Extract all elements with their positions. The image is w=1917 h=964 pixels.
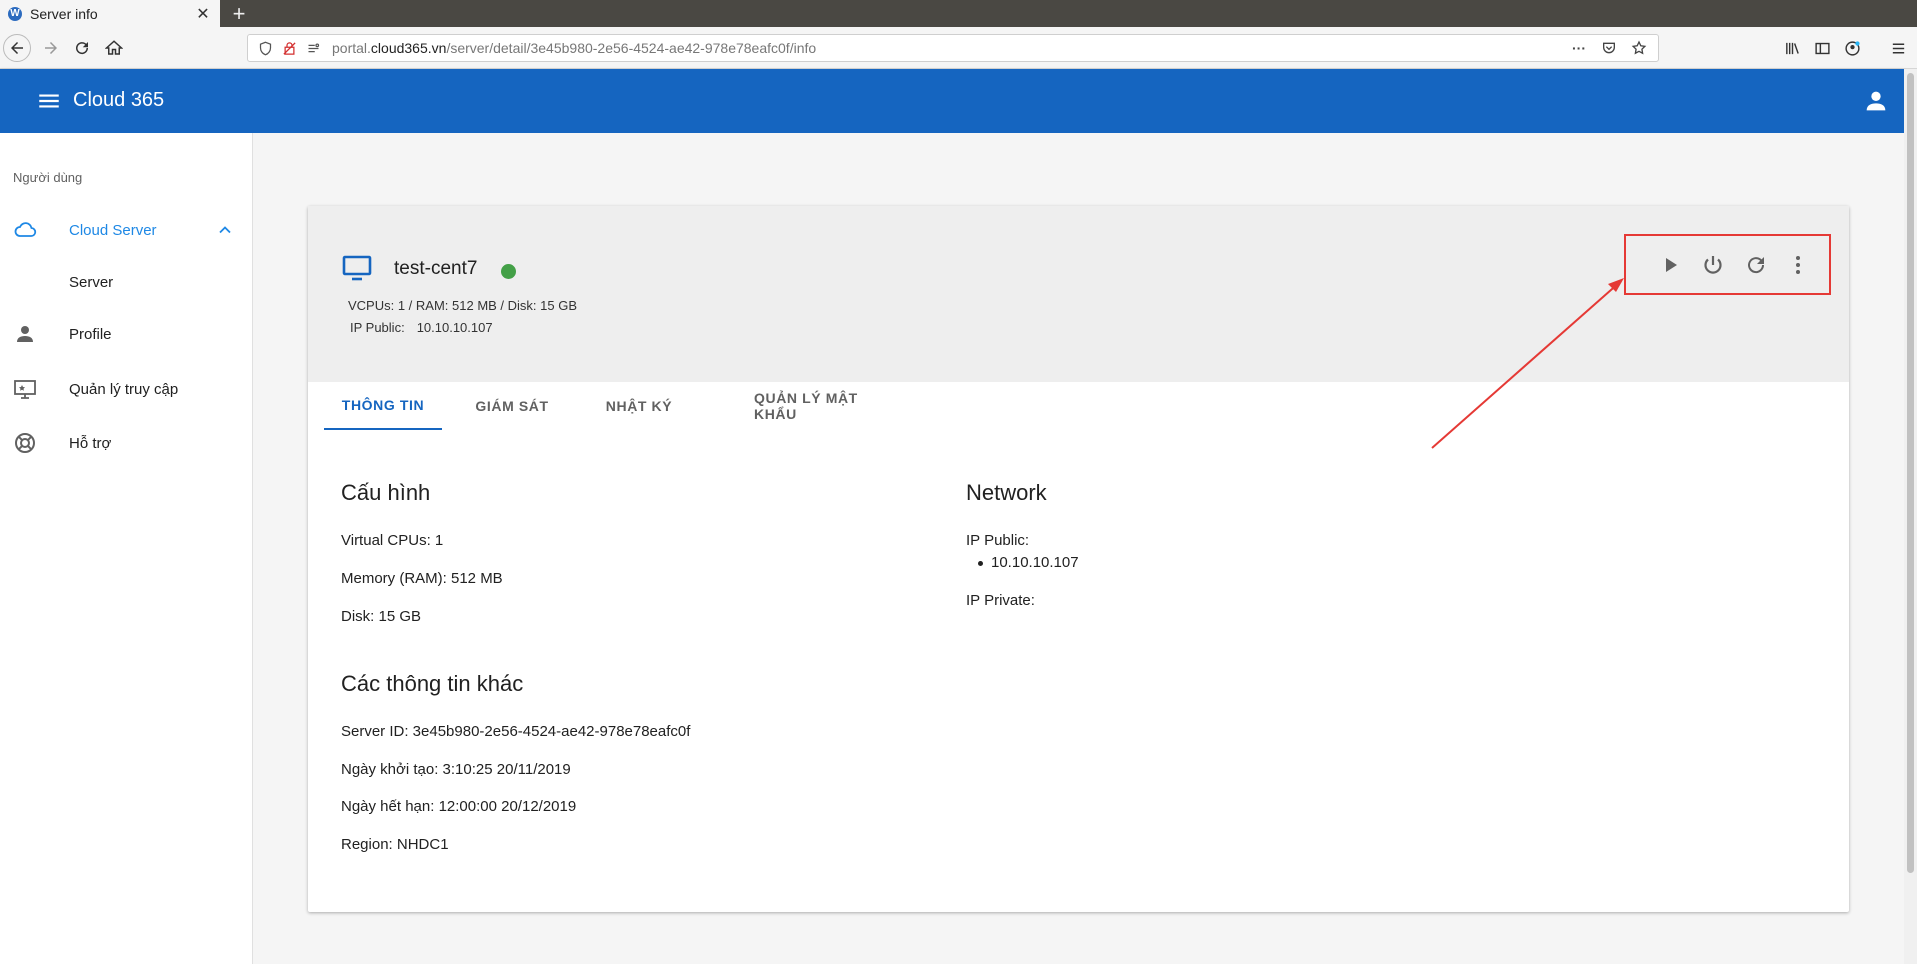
sidebar-heading: Người dùng xyxy=(13,170,83,185)
url-host-prefix: portal. xyxy=(332,40,371,56)
server-name: test-cent7 xyxy=(394,258,478,279)
server-actions-highlight xyxy=(1624,234,1831,295)
region: Region: NHDC1 xyxy=(341,836,449,853)
sidebar-item-label: Cloud Server xyxy=(69,221,157,239)
config-memory: Memory (RAM): 512 MB xyxy=(341,570,503,587)
tab-close-icon[interactable]: ✕ xyxy=(194,4,212,24)
sidebar-item-server[interactable]: Server xyxy=(0,262,252,302)
reboot-button[interactable] xyxy=(1742,251,1770,279)
ip-public-label: IP Public: xyxy=(350,320,405,335)
refresh-icon xyxy=(1748,257,1765,274)
power-button[interactable] xyxy=(1699,251,1727,279)
insecure-lock-icon[interactable] xyxy=(280,39,298,57)
sidebar-item-label: Profile xyxy=(69,325,112,343)
monitor-star-icon xyxy=(12,376,38,402)
network-ip-private-label: IP Private: xyxy=(966,592,1035,609)
page-actions-icon[interactable]: ··· xyxy=(1568,37,1590,59)
power-icon xyxy=(1704,256,1722,274)
config-disk: Disk: 15 GB xyxy=(341,608,422,625)
app-bar: Cloud 365 xyxy=(0,69,1904,133)
wordpress-favicon-icon: W xyxy=(8,6,22,21)
server-detail-card: test-cent7 VCPUs: 1 / RAM: 512 MB / Disk… xyxy=(308,206,1849,912)
sidebar-item-cloud-server[interactable]: Cloud Server xyxy=(0,210,252,250)
cloud-icon xyxy=(12,217,38,243)
other-info-title: Các thông tin khác xyxy=(341,671,524,696)
browser-toolbar-right xyxy=(1777,34,1867,62)
sidebar-item-label: Hỗ trợ xyxy=(69,434,112,452)
more-options-button[interactable] xyxy=(1784,251,1812,279)
server-id: Server ID: 3e45b980-2e56-4524-ae42-978e7… xyxy=(341,723,691,740)
start-button[interactable] xyxy=(1656,251,1684,279)
forward-arrow-icon[interactable] xyxy=(37,34,65,62)
tab-logs[interactable]: NHẬT KÝ xyxy=(604,382,674,430)
url-host: cloud365.vn xyxy=(370,40,447,56)
expiry-date: Ngày hết hạn: 12:00:00 20/12/2019 xyxy=(341,798,577,815)
sidebar-item-support[interactable]: Hỗ trợ xyxy=(0,423,252,463)
tab-title: Server info xyxy=(30,5,98,22)
browser-menu xyxy=(1883,34,1913,62)
more-vert-icon xyxy=(1796,256,1800,274)
sidebar-item-label: Server xyxy=(69,273,114,291)
library-icon[interactable] xyxy=(1777,34,1807,62)
sidebar-item-label: Quản lý truy cập xyxy=(69,380,179,398)
app-title: Cloud 365 xyxy=(73,89,165,111)
lifebuoy-icon xyxy=(12,430,38,456)
account-icon[interactable] xyxy=(1837,34,1867,62)
sidebar-item-profile[interactable]: Profile xyxy=(0,314,252,354)
network-title: Network xyxy=(966,480,1047,505)
home-icon[interactable] xyxy=(100,34,128,62)
url-path: /server/detail/3e45b980-2e56-4524-ae42-9… xyxy=(446,40,817,56)
scrollbar-thumb[interactable] xyxy=(1907,73,1914,873)
bookmark-star-icon[interactable] xyxy=(1628,37,1650,59)
person-icon xyxy=(12,321,38,347)
play-icon xyxy=(1666,258,1677,272)
shield-icon[interactable] xyxy=(256,39,274,57)
menu-icon[interactable] xyxy=(36,88,62,114)
detail-tabs: THÔNG TIN GIÁM SÁT NHẬT KÝ QUẢN LÝ MẬT K… xyxy=(308,382,1849,432)
url-bar[interactable]: portal.cloud365.vn/server/detail/3e45b98… xyxy=(247,34,1659,62)
browser-tab[interactable]: W Server info ✕ xyxy=(0,0,220,27)
url-text[interactable]: portal.cloud365.vn/server/detail/3e45b98… xyxy=(332,40,1560,56)
back-arrow-icon[interactable] xyxy=(3,34,31,62)
monitor-icon xyxy=(342,255,372,281)
reload-icon[interactable] xyxy=(68,34,96,62)
server-ip-line: IP Public: 10.10.10.107 xyxy=(350,320,493,335)
main-content: test-cent7 VCPUs: 1 / RAM: 512 MB / Disk… xyxy=(253,133,1904,964)
sidebar-item-access-management[interactable]: Quản lý truy cập xyxy=(0,369,252,409)
tab-info[interactable]: THÔNG TIN xyxy=(324,382,442,430)
sidebar-toggle-icon[interactable] xyxy=(1807,34,1837,62)
tab-password-management[interactable]: QUẢN LÝ MẬT KHẨU xyxy=(754,382,904,430)
network-ip-public-label: IP Public: xyxy=(966,532,1030,549)
sidebar: Người dùng Cloud Server Server Profile Q… xyxy=(0,133,253,964)
user-account-icon[interactable] xyxy=(1862,87,1890,115)
config-vcpus: Virtual CPUs: 1 xyxy=(341,532,444,549)
browser-navbar: portal.cloud365.vn/server/detail/3e45b98… xyxy=(0,27,1917,69)
page-info-icon[interactable] xyxy=(304,39,322,57)
server-specs: VCPUs: 1 / RAM: 512 MB / Disk: 15 GB xyxy=(348,298,578,313)
tab-monitoring[interactable]: GIÁM SÁT xyxy=(474,382,550,430)
chevron-up-icon[interactable] xyxy=(215,220,235,240)
hamburger-menu-icon[interactable] xyxy=(1883,34,1913,62)
page-scrollbar[interactable] xyxy=(1904,69,1917,964)
config-title: Cấu hình xyxy=(341,480,431,505)
ip-public-value: 10.10.10.107 xyxy=(416,320,493,335)
status-indicator xyxy=(501,264,516,279)
network-ip-public-item: 10.10.10.107 xyxy=(978,554,1079,571)
created-date: Ngày khởi tạo: 3:10:25 20/11/2019 xyxy=(341,761,571,778)
new-tab-icon[interactable]: + xyxy=(226,0,252,27)
browser-tab-strip: W Server info ✕ + xyxy=(0,0,1917,27)
pocket-icon[interactable] xyxy=(1598,37,1620,59)
